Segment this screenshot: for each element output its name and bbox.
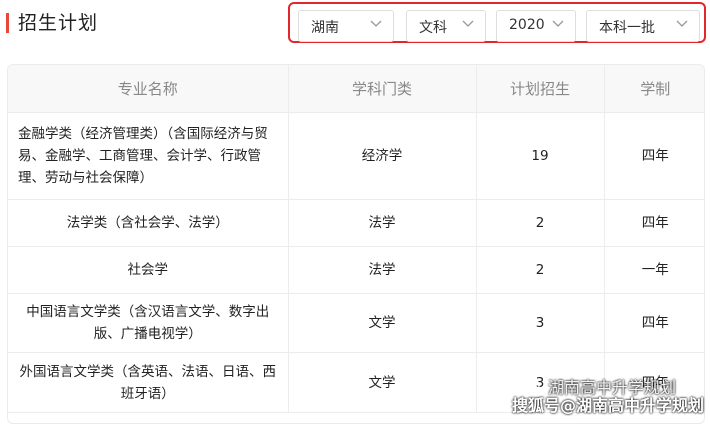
cell-plan: 3 <box>476 293 605 353</box>
watermark-line2: 搜狐号@湖南高中升学规划 <box>512 396 705 415</box>
column-header-category: 学科门类 <box>288 65 477 113</box>
cell-duration: 一年 <box>604 246 704 294</box>
cell-plan: 19 <box>476 112 605 200</box>
cell-category: 法学 <box>288 246 477 294</box>
column-header-major: 专业名称 <box>8 65 289 113</box>
cell-major: 中国语言文学类（含汉语言文学、数字出版、广播电视学） <box>8 293 289 353</box>
table-row: 中国语言文学类（含汉语言文学、数字出版、广播电视学） 文学 3 四年 <box>8 293 704 353</box>
filter-bar: 湖南 文科 2020 本科一批 <box>288 2 706 43</box>
cell-plan: 2 <box>476 246 605 294</box>
batch-select-value: 本科一批 <box>599 20 655 36</box>
table-row: 法学类（含社会学、法学） 法学 2 四年 <box>8 199 704 247</box>
page-header: 招生计划 湖南 文科 2020 本科一批 <box>0 0 710 48</box>
title-accent-bar <box>6 13 9 33</box>
cell-major: 外国语言文学类（含英语、法语、日语、西班牙语） <box>8 352 289 413</box>
cell-major: 社会学 <box>8 246 289 294</box>
year-select[interactable]: 2020 <box>496 10 576 42</box>
cell-major: 金融学类（经济管理类）（含国际经济与贸易、金融学、工商管理、会计学、行政管理、劳… <box>8 112 289 200</box>
province-select[interactable]: 湖南 <box>298 10 394 42</box>
table-row: 金融学类（经济管理类）（含国际经济与贸易、金融学、工商管理、会计学、行政管理、劳… <box>8 112 704 200</box>
cell-category: 经济学 <box>288 112 477 200</box>
table-header-row: 专业名称 学科门类 计划招生 学制 <box>8 65 704 113</box>
cell-duration: 四年 <box>604 293 704 353</box>
batch-select[interactable]: 本科一批 <box>586 10 700 42</box>
year-select-value: 2020 <box>509 17 545 33</box>
subject-select[interactable]: 文科 <box>406 10 486 42</box>
wechat-icon <box>517 377 540 392</box>
cell-duration: 四年 <box>604 112 704 200</box>
cell-duration: 四年 <box>604 199 704 247</box>
subject-select-value: 文科 <box>419 20 447 36</box>
cell-major: 法学类（含社会学、法学） <box>8 199 289 247</box>
cell-plan: 2 <box>476 199 605 247</box>
chevron-down-icon <box>370 20 382 27</box>
table-row: 社会学 法学 2 一年 <box>8 246 704 294</box>
page-title: 招生计划 <box>18 12 99 34</box>
chevron-down-icon <box>676 20 688 27</box>
chevron-down-icon <box>462 20 474 27</box>
column-header-plan: 计划招生 <box>476 65 605 113</box>
province-select-value: 湖南 <box>311 20 339 36</box>
cell-category: 法学 <box>288 199 477 247</box>
cell-category: 文学 <box>288 352 477 413</box>
chevron-down-icon <box>552 20 564 27</box>
column-header-duration: 学制 <box>604 65 704 113</box>
enrollment-table: 专业名称 学科门类 计划招生 学制 金融学类（经济管理类）（含国际经济与贸易、金… <box>8 65 704 413</box>
enrollment-table-card: 专业名称 学科门类 计划招生 学制 金融学类（经济管理类）（含国际经济与贸易、金… <box>7 64 705 424</box>
cell-category: 文学 <box>288 293 477 353</box>
